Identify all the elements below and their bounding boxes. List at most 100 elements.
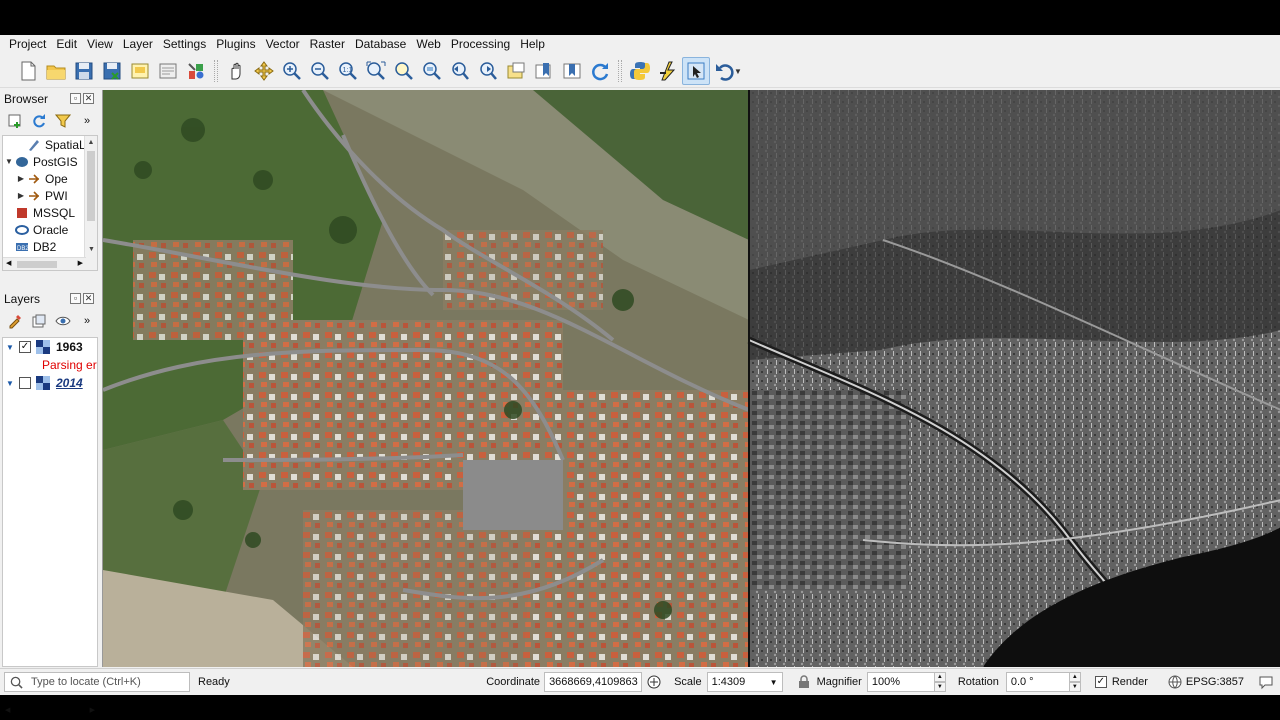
- python-console-button[interactable]: [626, 57, 654, 85]
- browser-item-spatialite[interactable]: SpatiaLi: [3, 136, 97, 153]
- lock-icon[interactable]: [797, 675, 811, 689]
- scroll-thumb[interactable]: [17, 261, 57, 268]
- browser-item-pwi[interactable]: ▶ PWI: [3, 187, 97, 204]
- render-checkbox[interactable]: ✓: [1094, 676, 1107, 688]
- menu-processing[interactable]: Processing: [446, 35, 515, 54]
- float-panel-icon[interactable]: ▫: [70, 293, 81, 304]
- layout-manager-button[interactable]: [154, 57, 182, 85]
- collapse-arrow-icon[interactable]: ▼: [5, 343, 15, 352]
- scroll-right-icon[interactable]: ▶: [90, 706, 95, 714]
- layers-more-button[interactable]: »: [78, 312, 96, 330]
- layer-row-2014[interactable]: ▼ 2014: [3, 374, 97, 392]
- browser-vertical-scrollbar[interactable]: ▲ ▼: [84, 136, 97, 270]
- toolbar-grip[interactable]: [214, 60, 218, 82]
- zoom-in-button[interactable]: [278, 57, 306, 85]
- scroll-right-icon[interactable]: ▶: [78, 259, 83, 267]
- refresh-button[interactable]: [586, 57, 614, 85]
- magnifier-field[interactable]: 100%: [866, 672, 935, 692]
- expanded-arrow-icon[interactable]: ▼: [3, 157, 15, 166]
- menu-help[interactable]: Help: [515, 35, 550, 54]
- browser-filter-button[interactable]: [54, 112, 72, 130]
- browser-more-button[interactable]: »: [78, 112, 96, 130]
- layers-horizontal-scrollbar[interactable]: ◀ ▶: [2, 706, 98, 719]
- save-as-button[interactable]: [98, 57, 126, 85]
- map-swipe-tool-button[interactable]: [654, 57, 682, 85]
- browser-item-postgis[interactable]: ▼ PostGIS: [3, 153, 97, 170]
- magnifier-spinner[interactable]: ▲ ▼: [933, 672, 946, 692]
- scale-combobox[interactable]: 1:4309 ▼: [706, 672, 783, 692]
- browser-item-db2[interactable]: DB2 DB2: [3, 238, 97, 255]
- layer-visibility-checkbox[interactable]: ✓: [19, 341, 31, 353]
- close-panel-icon[interactable]: ✕: [83, 93, 94, 104]
- zoom-out-button[interactable]: [306, 57, 334, 85]
- spin-up-icon[interactable]: ▲: [933, 672, 946, 682]
- rotation-field[interactable]: 0.0 °: [1005, 672, 1070, 692]
- zoom-next-button[interactable]: [474, 57, 502, 85]
- pan-to-selection-button[interactable]: [250, 57, 278, 85]
- scroll-down-icon[interactable]: ▼: [85, 243, 97, 256]
- layer-visibility-checkbox[interactable]: [19, 377, 31, 389]
- menu-settings[interactable]: Settings: [158, 35, 211, 54]
- coordinate-field[interactable]: 3668669,4109863: [544, 672, 643, 692]
- scroll-up-icon[interactable]: ▲: [85, 136, 97, 149]
- browser-item-ope[interactable]: ▶ Ope: [3, 170, 97, 187]
- map-imagery[interactable]: [103, 90, 1280, 667]
- crs-label[interactable]: EPSG:3857: [1186, 676, 1244, 688]
- add-selected-layers-button[interactable]: [6, 112, 24, 130]
- visibility-button[interactable]: [54, 312, 72, 330]
- rotation-spinner[interactable]: ▲ ▼: [1068, 672, 1081, 692]
- zoom-to-layer-button[interactable]: [418, 57, 446, 85]
- menu-database[interactable]: Database: [350, 35, 411, 54]
- messages-icon[interactable]: [1258, 674, 1274, 690]
- close-panel-icon[interactable]: ✕: [83, 293, 94, 304]
- locator-field[interactable]: Type to locate (Ctrl+K): [4, 672, 190, 692]
- undo-dropdown-icon[interactable]: ▼: [734, 67, 742, 76]
- save-project-button[interactable]: [70, 57, 98, 85]
- layers-tree[interactable]: ▼ ✓ 1963 Parsing er ▼ 2014: [2, 337, 98, 667]
- menu-web[interactable]: Web: [411, 35, 445, 54]
- pan-button[interactable]: [222, 57, 250, 85]
- add-group-button[interactable]: [30, 312, 48, 330]
- show-bookmarks-button[interactable]: [558, 57, 586, 85]
- menu-project[interactable]: Project: [4, 35, 51, 54]
- scroll-left-icon[interactable]: ◀: [6, 259, 11, 267]
- float-panel-icon[interactable]: ▫: [70, 93, 81, 104]
- zoom-full-button[interactable]: [362, 57, 390, 85]
- menu-raster[interactable]: Raster: [305, 35, 350, 54]
- collapsed-arrow-icon[interactable]: ▶: [15, 191, 27, 200]
- menu-layer[interactable]: Layer: [118, 35, 158, 54]
- menu-view[interactable]: View: [82, 35, 118, 54]
- browser-item-mssql[interactable]: MSSQL: [3, 204, 97, 221]
- open-project-button[interactable]: [42, 57, 70, 85]
- menu-plugins[interactable]: Plugins: [211, 35, 260, 54]
- spin-up-icon[interactable]: ▲: [1068, 672, 1081, 682]
- spin-down-icon[interactable]: ▼: [1068, 682, 1081, 692]
- scroll-left-icon[interactable]: ◀: [5, 706, 10, 714]
- browser-tree[interactable]: SpatiaLi ▼ PostGIS ▶ Ope ▶ PWI MSSQL Oracle DB2 DB…: [2, 135, 98, 271]
- menu-edit[interactable]: Edit: [51, 35, 82, 54]
- new-project-button[interactable]: [14, 57, 42, 85]
- style-layer-button[interactable]: [6, 312, 24, 330]
- browser-horizontal-scrollbar[interactable]: ◀ ▶: [3, 257, 86, 270]
- zoom-to-selection-button[interactable]: [390, 57, 418, 85]
- chevron-down-icon[interactable]: ▼: [770, 678, 778, 687]
- new-print-layout-button[interactable]: [126, 57, 154, 85]
- toolbar-grip-2[interactable]: [618, 60, 622, 82]
- browser-refresh-button[interactable]: [30, 112, 48, 130]
- scroll-thumb[interactable]: [87, 151, 95, 221]
- browser-item-oracle[interactable]: Oracle: [3, 221, 97, 238]
- zoom-last-button[interactable]: [446, 57, 474, 85]
- menu-vector[interactable]: Vector: [261, 35, 305, 54]
- map-canvas[interactable]: [102, 90, 1280, 667]
- new-bookmark-button[interactable]: [530, 57, 558, 85]
- globe-icon[interactable]: [1168, 675, 1182, 689]
- toggle-extents-icon[interactable]: [646, 674, 662, 690]
- spin-down-icon[interactable]: ▼: [933, 682, 946, 692]
- collapsed-arrow-icon[interactable]: ▶: [15, 174, 27, 183]
- style-manager-button[interactable]: [182, 57, 210, 85]
- layer-row-1963[interactable]: ▼ ✓ 1963: [3, 338, 97, 356]
- identify-active-button[interactable]: [682, 57, 710, 85]
- expand-arrow-icon[interactable]: ▼: [5, 379, 15, 388]
- zoom-native-button[interactable]: 1:1: [334, 57, 362, 85]
- new-map-view-button[interactable]: [502, 57, 530, 85]
